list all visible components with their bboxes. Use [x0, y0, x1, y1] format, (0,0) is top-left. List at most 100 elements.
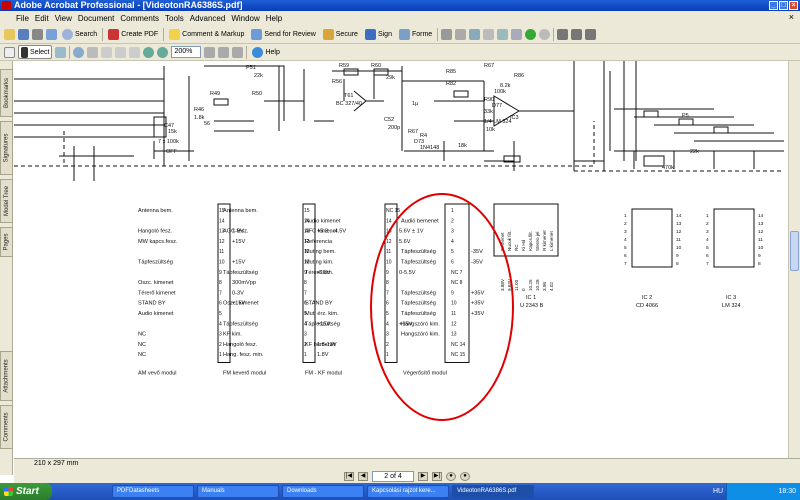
pin-number: 5 — [219, 311, 222, 317]
tab-pages[interactable]: Pages — [0, 227, 13, 257]
send-review-button[interactable]: Send for Review — [249, 27, 317, 41]
component-label: R67 — [484, 63, 494, 69]
previous-view-icon[interactable]: ● — [446, 471, 456, 481]
hand-icon[interactable] — [4, 46, 15, 58]
pin-label: Antenna bem. — [138, 208, 173, 214]
page-number-field[interactable]: 2 of 4 — [372, 470, 414, 482]
ic2-pin-number: 12 — [676, 229, 682, 235]
menu-advanced[interactable]: Advanced — [190, 14, 226, 23]
tab-signatures[interactable]: Signatures — [0, 121, 13, 175]
taskbar-item-downloads[interactable]: Downloads — [282, 485, 364, 498]
create-pdf-button[interactable]: Create PDF — [106, 27, 160, 41]
help-button[interactable]: Help — [250, 45, 281, 59]
taskbar-item-acrobat[interactable]: VideotonRA6386S.pdf — [452, 485, 534, 498]
tool-icon[interactable] — [469, 28, 481, 40]
tool-icon[interactable] — [455, 28, 467, 40]
forward-icon[interactable] — [539, 28, 551, 40]
menu-tools[interactable]: Tools — [165, 14, 184, 23]
menu-document[interactable]: Document — [78, 14, 114, 23]
secure-button[interactable]: Secure — [321, 27, 360, 41]
pin-number: 7 — [386, 290, 389, 296]
tool-icon[interactable] — [497, 28, 509, 40]
component-label: 22k — [254, 73, 263, 79]
document-close-icon[interactable]: × — [789, 12, 794, 22]
measure-icon[interactable] — [585, 28, 597, 40]
pin-label: Referencia — [305, 239, 333, 245]
snapshot-icon[interactable] — [55, 46, 67, 58]
print-icon[interactable] — [32, 28, 43, 40]
back-icon[interactable] — [525, 28, 537, 40]
window-titlebar[interactable]: Adobe Acrobat Professional - [VideotonRA… — [0, 0, 800, 11]
tab-bookmarks[interactable]: Bookmarks — [0, 69, 13, 117]
ic3-pin-number: 14 — [758, 213, 764, 219]
taskbar-item-manuals[interactable]: Manuals — [197, 485, 279, 498]
menu-view[interactable]: View — [55, 14, 72, 23]
measure-icon[interactable] — [571, 28, 583, 40]
tab-model-tree[interactable]: Model Tree — [0, 179, 13, 223]
select-tool-button[interactable]: Select — [18, 45, 53, 59]
zoom-menu-icon[interactable] — [87, 46, 99, 58]
start-button[interactable]: Start — [0, 483, 52, 500]
menu-help[interactable]: Help — [266, 14, 282, 23]
language-indicator[interactable]: HU — [713, 483, 723, 500]
menu-file[interactable]: File — [16, 14, 29, 23]
ic2-pin-number: 4 — [624, 237, 627, 243]
maximize-icon[interactable]: □ — [779, 1, 788, 10]
menu-edit[interactable]: Edit — [35, 14, 49, 23]
menu-window[interactable]: Window — [231, 14, 259, 23]
comment-markup-button[interactable]: Comment & Markup — [167, 27, 246, 41]
prev-page-icon[interactable]: ◀ — [358, 471, 368, 481]
ic2-pin-number: 14 — [676, 213, 682, 219]
tool-icon[interactable] — [511, 28, 523, 40]
forms-button[interactable]: Forme — [397, 27, 434, 41]
open-folder-icon[interactable] — [4, 28, 15, 40]
scrollbar-thumb[interactable] — [790, 231, 799, 271]
minimize-icon[interactable]: _ — [769, 1, 778, 10]
rotate-icon[interactable] — [204, 46, 216, 58]
menu-comments[interactable]: Comments — [120, 14, 159, 23]
tool-icon[interactable] — [483, 28, 495, 40]
rotate-icon[interactable] — [218, 46, 230, 58]
pin-number: 12 — [386, 239, 392, 245]
windows-flag-icon — [4, 487, 13, 496]
document-view[interactable]: R59 R60 29k R56 T61 BC 327/40 C52 200p R67 R4 R67 R… — [14, 61, 788, 458]
schematic-drawing: R59 R6029kR56T61BC 327/40C52200pR67R4R67R… — [14, 61, 784, 421]
zoom-level-select[interactable]: 200% — [171, 46, 202, 58]
tool-icon[interactable] — [441, 28, 453, 40]
tab-comments[interactable]: Comments — [0, 405, 13, 449]
measure-icon[interactable] — [557, 28, 569, 40]
zoom-out-icon[interactable] — [143, 46, 155, 58]
next-page-icon[interactable]: ▶ — [418, 471, 428, 481]
close-icon[interactable]: × — [789, 1, 798, 10]
pin-label: Mut. érz. kim. — [305, 311, 339, 317]
pin-number: 15 — [304, 208, 310, 214]
next-view-icon[interactable]: ● — [460, 471, 470, 481]
pin-label: Tápfeszültség — [401, 311, 436, 317]
tab-attachments[interactable]: Attachments — [0, 351, 13, 401]
email-icon[interactable] — [46, 28, 57, 40]
taskbar-item-pdfdatasheets[interactable]: PDFDatasheets — [112, 485, 194, 498]
save-icon[interactable] — [18, 28, 29, 40]
ic2-pin-number: 5 — [624, 245, 627, 251]
page-icon[interactable] — [115, 46, 127, 58]
component-label: 100k — [494, 89, 506, 95]
last-page-icon[interactable]: ▶| — [432, 471, 442, 481]
pin-number: NC 14 — [451, 342, 465, 348]
sign-button[interactable]: Sign — [363, 27, 394, 41]
component-label: 1/4 LM 324 — [484, 119, 512, 125]
component-label: P51 — [246, 65, 256, 71]
pin-label: NC — [138, 352, 146, 358]
pin-number: 11 — [219, 249, 224, 255]
zoom-plus-icon[interactable] — [157, 46, 169, 58]
page-icon[interactable] — [129, 46, 141, 58]
taskbar-item-browser[interactable]: Kapcsolási rajzot kere... — [367, 485, 449, 498]
vertical-scrollbar[interactable] — [788, 61, 800, 458]
ic3-name: IC 3 — [726, 295, 736, 301]
pin-voltage: 1.8V — [317, 352, 329, 358]
pin-label: Audio kimenet — [138, 311, 174, 317]
zoom-in-icon[interactable] — [73, 46, 85, 58]
first-page-icon[interactable]: |◀ — [344, 471, 354, 481]
fit-icon[interactable] — [232, 46, 244, 58]
search-button[interactable]: Search — [60, 27, 99, 41]
page-icon[interactable] — [101, 46, 113, 58]
